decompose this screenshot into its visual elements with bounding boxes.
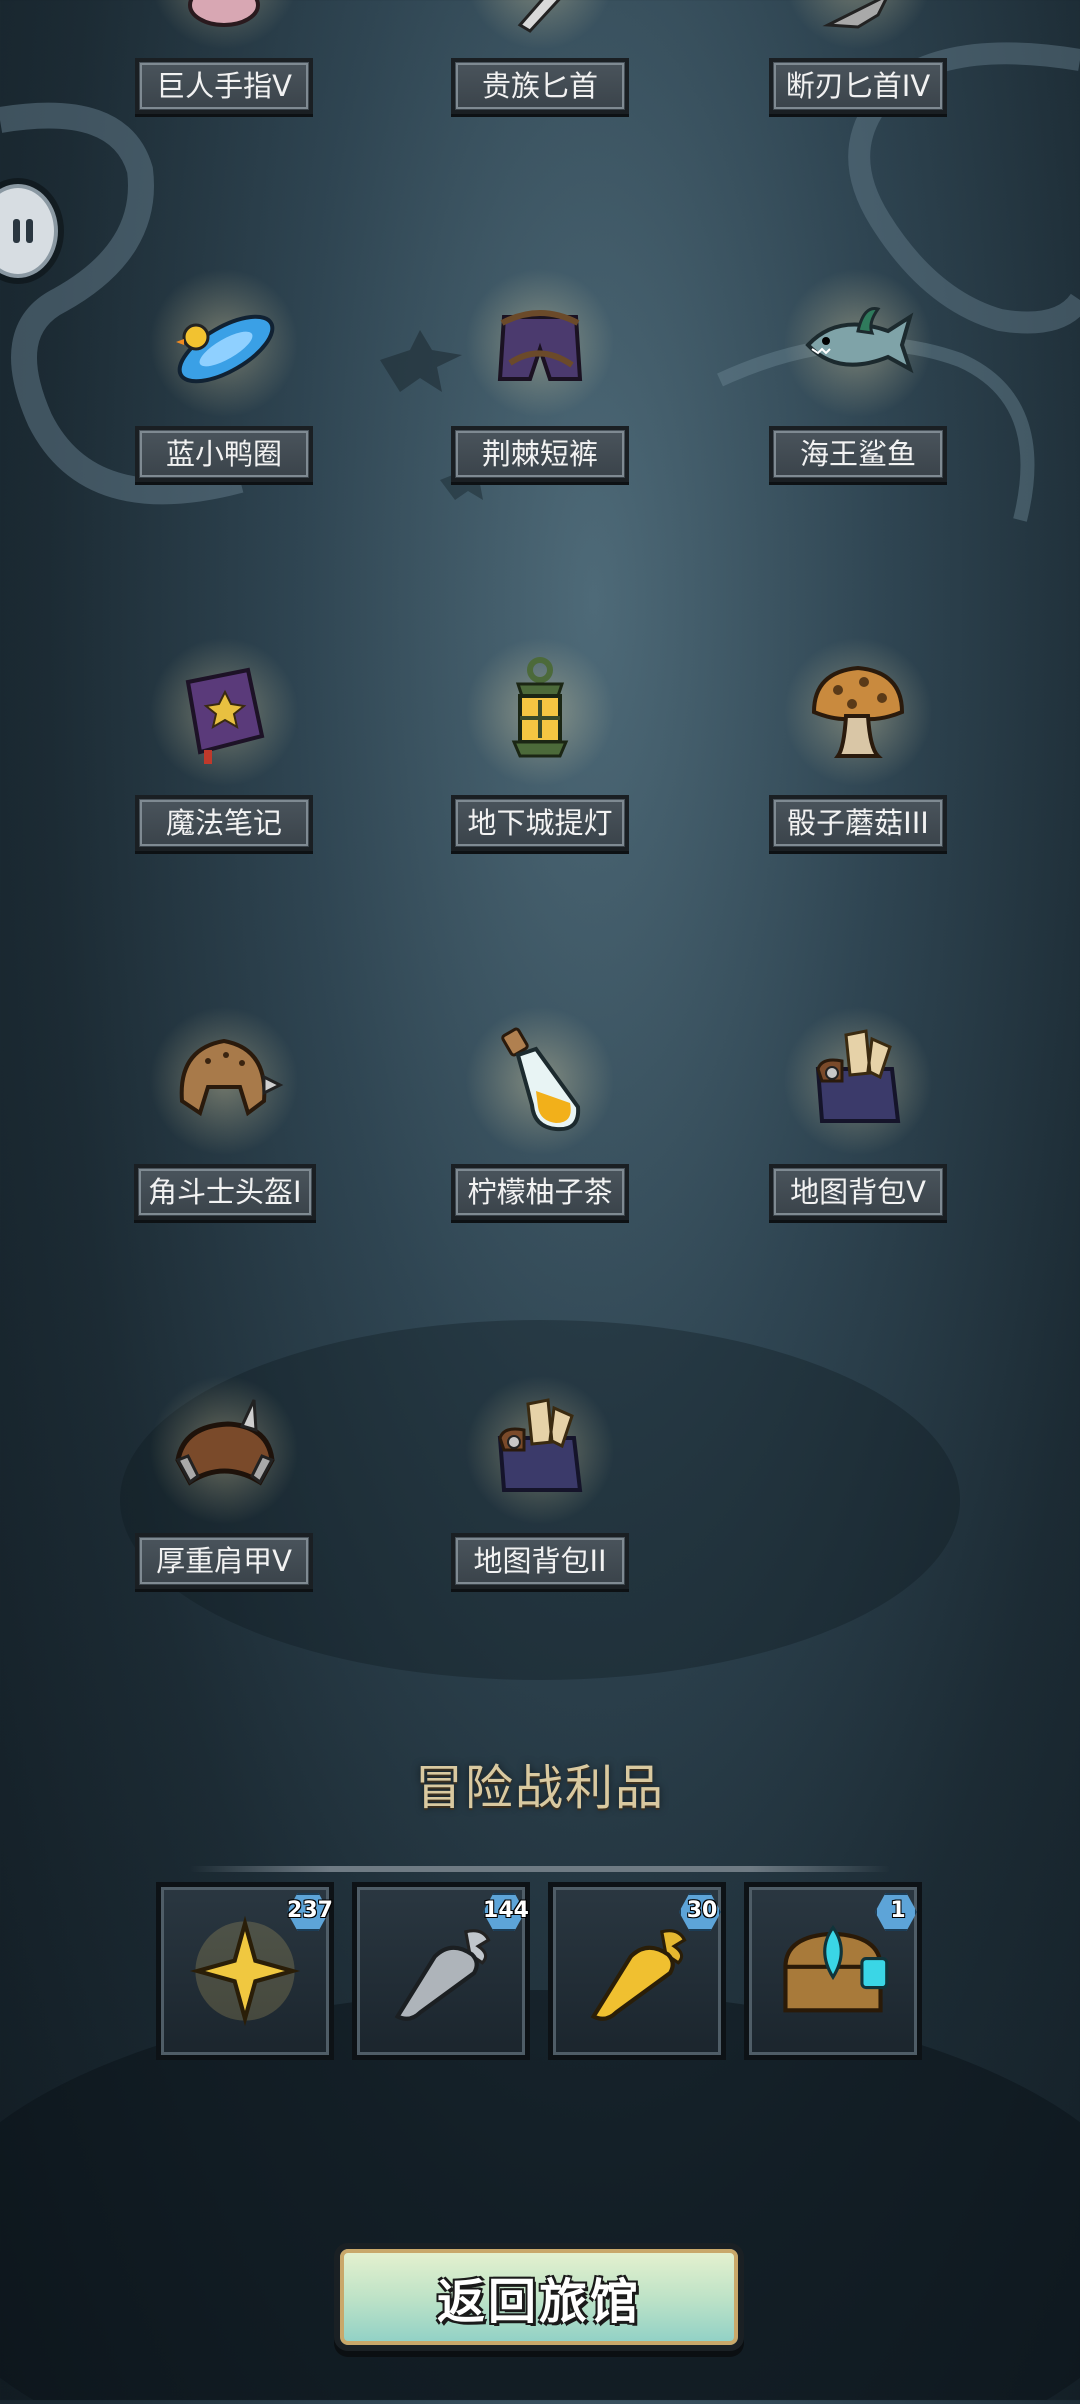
equipment-item[interactable]: 巨人手指V bbox=[134, 0, 314, 114]
equipment-item[interactable]: 骰子蘑菇III bbox=[768, 637, 948, 851]
equipment-item[interactable]: 柠檬柚子茶 bbox=[450, 1006, 630, 1220]
broken-dagger-icon bbox=[783, 0, 933, 50]
pause-icon-bar bbox=[26, 219, 33, 243]
magic-book-icon bbox=[149, 637, 299, 787]
item-label: 贵族匕首 bbox=[451, 58, 629, 114]
item-label: 蓝小鸭圈 bbox=[135, 426, 313, 482]
gladiator-helmet-icon bbox=[149, 1006, 299, 1156]
loot-slot[interactable]: 1 bbox=[744, 1882, 922, 2060]
potion-icon bbox=[465, 1006, 615, 1156]
item-label: 地下城提灯 bbox=[451, 795, 629, 851]
item-label: 厚重肩甲V bbox=[135, 1533, 313, 1589]
loot-divider bbox=[190, 1866, 890, 1872]
thorn-shorts-icon bbox=[465, 268, 615, 418]
dice-mushroom-icon bbox=[783, 637, 933, 787]
equipment-item[interactable]: 蓝小鸭圈 bbox=[134, 268, 314, 482]
pause-icon-bar bbox=[13, 219, 20, 243]
count-badge: 30 bbox=[679, 1891, 725, 1929]
count-badge: 144 bbox=[483, 1891, 529, 1929]
shark-icon bbox=[783, 268, 933, 418]
equipment-item[interactable]: 荆棘短裤 bbox=[450, 268, 630, 482]
noble-dagger-icon bbox=[465, 0, 615, 50]
item-label: 荆棘短裤 bbox=[451, 426, 629, 482]
item-label: 地图背包V bbox=[769, 1164, 947, 1220]
equipment-item[interactable]: 贵族匕首 bbox=[450, 0, 630, 114]
loot-title: 冒险战利品 bbox=[414, 1760, 665, 1816]
pause-button[interactable] bbox=[0, 184, 58, 278]
item-label: 魔法笔记 bbox=[135, 795, 313, 851]
map-backpack-icon bbox=[783, 1006, 933, 1156]
item-label: 断刃匕首IV bbox=[769, 58, 947, 114]
duck-float-icon bbox=[149, 268, 299, 418]
item-label: 柠檬柚子茶 bbox=[451, 1164, 629, 1220]
count-badge: 237 bbox=[287, 1891, 333, 1929]
equipment-item[interactable]: 魔法笔记 bbox=[134, 637, 314, 851]
equipment-item[interactable]: 地图背包II bbox=[450, 1375, 630, 1589]
equipment-item[interactable]: 地下城提灯 bbox=[450, 637, 630, 851]
lantern-icon bbox=[465, 637, 615, 787]
item-label: 巨人手指V bbox=[135, 58, 313, 114]
equipment-item[interactable]: 断刃匕首IV bbox=[768, 0, 948, 114]
equipment-item[interactable]: 角斗士头盔I bbox=[134, 1006, 316, 1220]
equipment-item[interactable]: 海王鲨鱼 bbox=[768, 268, 948, 482]
item-label: 地图背包II bbox=[451, 1533, 629, 1589]
loot-slot[interactable]: 30 bbox=[548, 1882, 726, 2060]
loot-slot[interactable]: 144 bbox=[352, 1882, 530, 2060]
pauldron-icon bbox=[149, 1375, 299, 1525]
equipment-item[interactable]: 地图背包V bbox=[768, 1006, 948, 1220]
loot-slot[interactable]: 237 bbox=[156, 1882, 334, 2060]
giant-finger-icon bbox=[149, 0, 299, 50]
map-backpack-icon bbox=[465, 1375, 615, 1525]
return-to-inn-button[interactable]: 返回旅馆 bbox=[334, 2243, 744, 2351]
equipment-item[interactable]: 厚重肩甲V bbox=[134, 1375, 314, 1589]
count-badge: 1 bbox=[875, 1891, 921, 1929]
item-label: 海王鲨鱼 bbox=[769, 426, 947, 482]
item-label: 角斗士头盔I bbox=[134, 1164, 316, 1220]
item-label: 骰子蘑菇III bbox=[769, 795, 947, 851]
loot-row: 237 144 30 1 bbox=[156, 1882, 926, 2062]
